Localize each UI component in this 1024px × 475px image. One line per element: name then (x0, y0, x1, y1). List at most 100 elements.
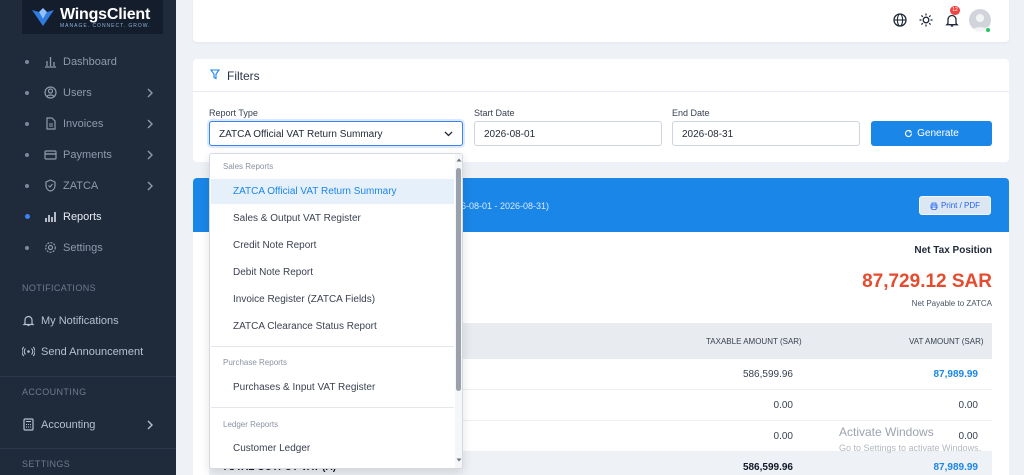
wings-logo-icon (32, 8, 54, 26)
dropdown-option[interactable]: Purchases & Input VAT Register (211, 375, 454, 400)
print-pdf-button[interactable]: Print / PDF (919, 196, 991, 215)
sidebar-divider (0, 448, 176, 449)
dropdown-option[interactable]: ZATCA Official VAT Return Summary (211, 179, 454, 204)
vat-amount: 0.00 (958, 400, 978, 411)
brand-tagline: MANAGE. CONNECT. GROW. (60, 22, 151, 29)
filters-card: Filters Report Type ZATCA Official VAT R… (193, 59, 1009, 162)
sidebar-item-dashboard[interactable]: Dashboard (0, 49, 176, 75)
section-label-notifications: NOTIFICATIONS (22, 283, 97, 293)
theme-sun-icon[interactable] (918, 12, 934, 28)
generate-button[interactable]: Generate (871, 121, 992, 146)
globe-icon[interactable] (892, 12, 908, 28)
filters-title: Filters (227, 69, 260, 83)
dropdown-separator (211, 407, 454, 408)
taxable-amount: 0.00 (773, 400, 793, 411)
dropdown-group-label: Ledger Reports (223, 420, 279, 429)
start-date-value: 2026-08-01 (484, 129, 536, 140)
top-bar: 12 (193, 0, 1009, 42)
online-status-dot (985, 27, 991, 33)
sidebar-item-label: Accounting (41, 419, 96, 431)
bullet-icon (25, 214, 30, 219)
print-label: Print / PDF (940, 201, 981, 210)
total-vat-amount: 87,989.99 (933, 462, 979, 473)
report-type-dropdown[interactable]: Sales Reports ZATCA Official VAT Return … (209, 153, 463, 469)
windows-activation-title: Activate Windows (839, 425, 934, 439)
notification-count-badge: 12 (950, 6, 960, 15)
sidebar-item-label: Send Announcement (41, 346, 144, 358)
sidebar-item-reports[interactable]: Reports (0, 204, 176, 230)
scroll-down-icon[interactable] (455, 456, 463, 464)
dropdown-option[interactable]: Invoice Register (ZATCA Fields) (211, 287, 454, 312)
gear-icon (45, 242, 56, 253)
sidebar-item-label: Reports (63, 211, 102, 223)
dropdown-option[interactable]: Debit Note Report (211, 260, 454, 285)
bullet-icon (25, 184, 29, 188)
stats-icon (45, 212, 56, 222)
dropdown-option[interactable]: ZATCA Clearance Status Report (211, 314, 454, 339)
bar-chart-icon (45, 57, 56, 68)
taxable-amount: 0.00 (773, 431, 793, 442)
bullet-icon (25, 91, 29, 95)
column-header-vat: VAT AMOUNT (SAR) (909, 337, 984, 346)
bullet-icon (25, 246, 29, 250)
chevron-right-icon (147, 181, 153, 191)
sidebar-item-send-announcement[interactable]: Send Announcement (0, 340, 176, 364)
filter-icon (210, 69, 220, 80)
dropdown-option[interactable]: Credit Note Report (211, 233, 454, 258)
filters-header: Filters (193, 59, 1009, 92)
sidebar-item-accounting[interactable]: Accounting (0, 413, 176, 437)
sidebar-item-users[interactable]: Users (0, 80, 176, 106)
column-header-taxable: TAXABLE AMOUNT (SAR) (706, 337, 802, 346)
bell-icon (22, 315, 35, 327)
dropdown-group-label: Purchase Reports (223, 358, 288, 367)
section-label-accounting: ACCOUNTING (22, 387, 87, 397)
sidebar-item-label: Payments (63, 149, 112, 161)
broadcast-icon (22, 346, 35, 357)
end-date-label: End Date (672, 108, 710, 118)
net-tax-value: 87,729.12 SAR (862, 271, 992, 292)
user-circle-icon (44, 86, 57, 99)
chevron-right-icon (147, 150, 153, 160)
vat-amount: 87,989.99 (933, 369, 979, 380)
bullet-icon (25, 60, 29, 64)
brand-name: WingsClient (60, 5, 151, 23)
net-tax-label: Net Tax Position (914, 245, 992, 256)
dropdown-option[interactable]: Customer Ledger (211, 436, 454, 461)
end-date-input[interactable]: 2026-08-31 (672, 121, 860, 146)
shield-icon (45, 179, 56, 192)
sidebar-item-settings[interactable]: Settings (0, 235, 176, 261)
scroll-up-icon[interactable] (455, 156, 463, 164)
chevron-down-icon (444, 131, 453, 137)
net-tax-sub: Net Payable to ZATCA (911, 299, 992, 308)
total-taxable-amount: 586,599.96 (742, 462, 793, 473)
chevron-right-icon (147, 420, 153, 430)
taxable-amount: 586,599.96 (742, 369, 793, 380)
vat-amount: 0.00 (958, 431, 978, 442)
sidebar-item-label: Invoices (63, 118, 104, 130)
calculator-icon (23, 418, 34, 431)
sidebar-item-label: My Notifications (41, 315, 119, 327)
sidebar-item-label: Dashboard (63, 56, 117, 68)
dropdown-separator (211, 346, 454, 347)
sidebar-item-zatca[interactable]: ZATCA (0, 173, 176, 199)
report-period: 26-08-01 - 2026-08-31) (456, 201, 550, 211)
report-type-label: Report Type (209, 108, 258, 118)
printer-icon (930, 202, 938, 210)
refresh-icon (905, 130, 913, 138)
report-type-select[interactable]: ZATCA Official VAT Return Summary (209, 121, 463, 146)
start-date-label: Start Date (474, 108, 515, 118)
bullet-icon (25, 122, 29, 126)
generate-label: Generate (917, 128, 959, 139)
windows-activation-subtitle: Go to Settings to activate Windows. (839, 443, 982, 453)
sidebar-item-my-notifications[interactable]: My Notifications (0, 309, 176, 333)
section-label-settings: SETTINGS (22, 459, 71, 469)
document-icon (46, 117, 56, 130)
sidebar: WingsClient MANAGE. CONNECT. GROW. Dashb… (0, 0, 176, 475)
start-date-input[interactable]: 2026-08-01 (474, 121, 662, 146)
brand-logo[interactable]: WingsClient MANAGE. CONNECT. GROW. (22, 0, 163, 34)
sidebar-item-payments[interactable]: Payments (0, 142, 176, 168)
sidebar-item-invoices[interactable]: Invoices (0, 111, 176, 137)
dropdown-option[interactable]: Sales & Output VAT Register (211, 206, 454, 231)
dropdown-scroll-thumb[interactable] (456, 168, 461, 391)
dropdown-group-label: Sales Reports (223, 162, 274, 171)
